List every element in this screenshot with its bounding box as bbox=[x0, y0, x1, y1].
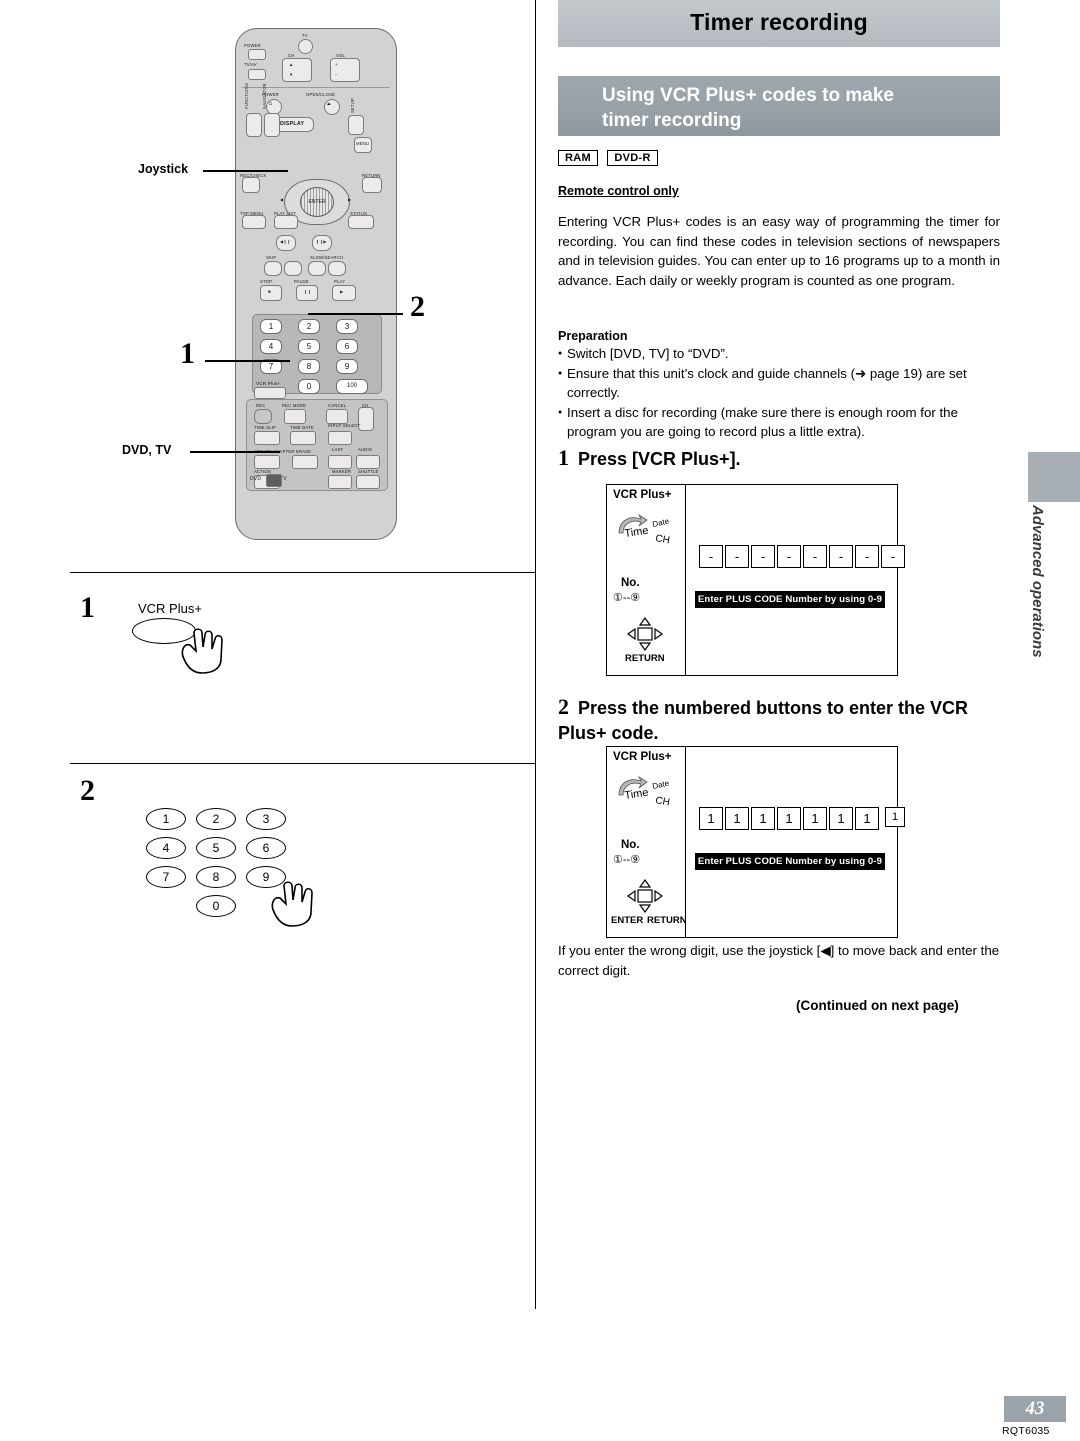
hand-pointer-icon-2 bbox=[268, 876, 320, 928]
step-1-number: 1 bbox=[558, 445, 569, 470]
osd1-code-digit-3: - bbox=[751, 545, 775, 568]
osd1-code-digit-6: - bbox=[829, 545, 853, 568]
callout-2-line bbox=[308, 313, 403, 315]
left-step1-button-label: VCR Plus+ bbox=[138, 601, 202, 616]
preparation-item-1: Switch [DVD, TV] to “DVD”. bbox=[558, 344, 1000, 364]
osd1-digits-label: ①--⑨ bbox=[613, 592, 641, 604]
step-1: 1 Press [VCR Plus+]. bbox=[558, 445, 1000, 471]
step-2: 2 Press the numbered buttons to enter the… bbox=[558, 694, 1000, 746]
preparation-item-3: Insert a disc for recording (make sure t… bbox=[558, 403, 1000, 442]
callout-1-line bbox=[205, 360, 290, 362]
svg-text:Time: Time bbox=[624, 525, 649, 540]
badge-ram: RAM bbox=[558, 150, 598, 166]
svg-text:Date: Date bbox=[652, 517, 671, 529]
osd1-title: VCR Plus+ bbox=[613, 489, 672, 501]
osd-screen-1: VCR Plus+ Time Date CH No. ①--⑨ RETURN -… bbox=[606, 484, 905, 676]
left-step1-box: 1 VCR Plus+ bbox=[70, 573, 536, 764]
preparation-title: Preparation bbox=[558, 329, 628, 343]
callout-number-1: 1 bbox=[180, 337, 195, 370]
step-1-text: Press [VCR Plus+]. bbox=[578, 449, 741, 469]
section-subtitle-line2: timer recording bbox=[602, 110, 742, 131]
osd2-code-digit-5: 1 bbox=[803, 807, 827, 830]
callout-number-2: 2 bbox=[410, 290, 425, 323]
preparation-list: Switch [DVD, TV] to “DVD”. Ensure that t… bbox=[558, 344, 1000, 442]
remote-joystick-enter: ENTER bbox=[300, 187, 334, 217]
left-illustration-column: TV POWER CH VOL TV/AV ▲ ▼ + − POWER OPEN… bbox=[70, 0, 536, 1441]
hand-pointer-icon-1 bbox=[178, 625, 230, 675]
page-number-box: 43 bbox=[1004, 1396, 1066, 1422]
svg-text:CH: CH bbox=[654, 795, 670, 808]
numpad-key-8[interactable]: 8 bbox=[196, 866, 236, 888]
numpad-key-5[interactable]: 5 bbox=[196, 837, 236, 859]
left-step2-number: 2 bbox=[80, 774, 95, 807]
preparation-item-2: Ensure that this unit’s clock and guide … bbox=[558, 364, 1000, 403]
page-title-bar: Timer recording bbox=[558, 0, 1000, 49]
osd1-code-digit-8: - bbox=[881, 545, 905, 568]
svg-text:CH: CH bbox=[654, 533, 670, 546]
osd1-code-digit-5: - bbox=[803, 545, 827, 568]
left-step2-box: 2 1 2 3 4 5 6 7 8 9 0 bbox=[70, 764, 536, 1309]
osd2-code-digit-7: 1 bbox=[855, 807, 879, 830]
numpad-key-4[interactable]: 4 bbox=[146, 837, 186, 859]
osd1-joystick-icon bbox=[626, 616, 664, 652]
osd2-code-digit-6: 1 bbox=[829, 807, 853, 830]
osd2-no-label: No. bbox=[621, 839, 640, 851]
osd2-enter-label: ENTER bbox=[611, 915, 644, 926]
section-subtitle-line1: Using VCR Plus+ codes to make bbox=[602, 85, 894, 106]
remote-control-graphic: TV POWER CH VOL TV/AV ▲ ▼ + − POWER OPEN… bbox=[235, 28, 397, 540]
continued-note: (Continued on next page) bbox=[796, 998, 959, 1013]
document-code: RQT6035 bbox=[1002, 1425, 1050, 1437]
badge-dvd-r: DVD-R bbox=[607, 150, 658, 166]
osd1-code-digit-4: - bbox=[777, 545, 801, 568]
section-subtitle-bar: Using VCR Plus+ codes to make timer reco… bbox=[558, 76, 1000, 136]
step-2-number: 2 bbox=[558, 694, 569, 719]
osd2-code-digit-1: 1 bbox=[699, 807, 723, 830]
osd1-return-label: RETURN bbox=[625, 653, 665, 664]
format-badges: RAM DVD-R bbox=[558, 148, 663, 166]
osd1-no-label: No. bbox=[621, 577, 640, 589]
numpad-key-1[interactable]: 1 bbox=[146, 808, 186, 830]
side-tab-text: Advanced operations bbox=[1020, 505, 1060, 765]
osd1-code-digit-1: - bbox=[699, 545, 723, 568]
osd2-title: VCR Plus+ bbox=[613, 751, 672, 763]
manual-page: TV POWER CH VOL TV/AV ▲ ▼ + − POWER OPEN… bbox=[0, 0, 1080, 1441]
page-title: Timer recording bbox=[690, 9, 868, 35]
page-number: 43 bbox=[1025, 1398, 1045, 1419]
osd-screen-2: VCR Plus+ Time Date CH No. ①--⑨ ENTER RE… bbox=[606, 746, 905, 938]
callout-dvdtv-line bbox=[190, 451, 280, 453]
osd1-time-date-ch-graphic: Time Date CH bbox=[615, 511, 681, 547]
osd2-digits-label: ①--⑨ bbox=[613, 854, 641, 866]
numpad-key-3[interactable]: 3 bbox=[246, 808, 286, 830]
osd2-time-date-ch-graphic: Time Date CH bbox=[615, 773, 681, 809]
svg-text:Time: Time bbox=[624, 787, 649, 802]
numpad-key-7[interactable]: 7 bbox=[146, 866, 186, 888]
svg-text:Date: Date bbox=[652, 779, 671, 791]
intro-paragraph: Entering VCR Plus+ codes is an easy way … bbox=[558, 214, 1000, 288]
osd1-code-digit-7: - bbox=[855, 545, 879, 568]
osd2-code-digit-8: 1 bbox=[885, 807, 905, 827]
callout-dvdtv-label: DVD, TV bbox=[122, 443, 172, 457]
osd2-return-label: RETURN bbox=[647, 915, 687, 926]
callout-joystick-label: Joystick bbox=[138, 162, 189, 176]
osd1-prompt: Enter PLUS CODE Number by using 0-9 key. bbox=[695, 591, 885, 622]
numpad-key-0[interactable]: 0 bbox=[196, 895, 236, 917]
numpad-key-6[interactable]: 6 bbox=[246, 837, 286, 859]
osd2-joystick-icon bbox=[626, 878, 664, 914]
osd2-code-digit-3: 1 bbox=[751, 807, 775, 830]
callout-joystick-line bbox=[203, 170, 288, 172]
left-step1-number: 1 bbox=[80, 591, 95, 624]
remote-control-only-note: Remote control only bbox=[558, 184, 679, 198]
remote-illustration-box: TV POWER CH VOL TV/AV ▲ ▼ + − POWER OPEN… bbox=[70, 0, 536, 573]
osd2-code-digit-2: 1 bbox=[725, 807, 749, 830]
osd2-code-digit-4: 1 bbox=[777, 807, 801, 830]
numpad-key-2[interactable]: 2 bbox=[196, 808, 236, 830]
step-2-text: Press the numbered buttons to enter the … bbox=[558, 698, 969, 743]
side-tab-marker bbox=[1028, 452, 1080, 502]
osd2-prompt: Enter PLUS CODE Number by using 0-9 key. bbox=[695, 853, 885, 884]
osd1-code-digit-2: - bbox=[725, 545, 749, 568]
side-tab-label: Advanced operations bbox=[1029, 505, 1046, 658]
wrong-digit-note: If you enter the wrong digit, use the jo… bbox=[558, 943, 1000, 978]
